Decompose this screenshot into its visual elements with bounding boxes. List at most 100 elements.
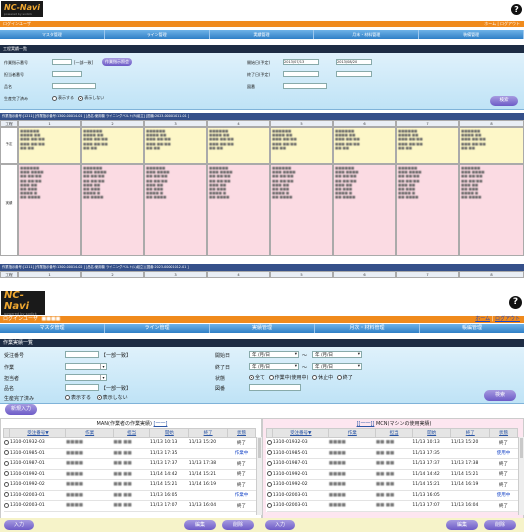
table-row[interactable]: 1310-01992-02 ■■■■ ■■ ■■ 11/14 15:21 11/…	[266, 479, 518, 491]
order-input[interactable]	[65, 351, 99, 358]
done-radios[interactable]: 表示する 表示しない	[65, 394, 128, 401]
grid-plan-cell[interactable]: ■■■■■■ ■■■■ ■■ ■■■ ■■/■■ ■■■ ■■/■■ ■■ ■■	[81, 127, 144, 164]
mcn-delete-button[interactable]: 削除	[484, 520, 516, 530]
end-date-from[interactable]: 年 /月/日 ▾	[249, 363, 299, 370]
radio-all[interactable]	[249, 375, 254, 380]
table-row[interactable]: 1310-01985-01 ■■■■ ■■ ■■ 11/13 17:35 使用中	[266, 448, 518, 459]
column-header[interactable]: 担当	[112, 428, 151, 438]
table-row[interactable]: 1310-02003-01 ■■■■ ■■ ■■ 11/13 16:05 作業中	[3, 490, 256, 501]
grid-plan-cell[interactable]: ■■■■■■ ■■■■ ■■ ■■■ ■■/■■ ■■■ ■■/■■ ■■ ■■	[207, 127, 270, 164]
tab-equipment[interactable]: 装備管理	[419, 30, 524, 39]
table-row[interactable]: 1310-01932-03 ■■■■ ■■ ■■ 11/13 10:13 11/…	[266, 437, 518, 449]
column-header[interactable]: 状態	[489, 428, 518, 438]
tab-results[interactable]: 実績管理	[210, 324, 315, 333]
help-icon[interactable]: ?	[509, 296, 522, 309]
man-input-button[interactable]: 入力	[4, 520, 34, 530]
end-date-from[interactable]	[283, 71, 319, 77]
end-date-to[interactable]: 年 /月/日 ▾	[312, 363, 362, 370]
start-date-from[interactable]: 年 /月/日 ▾	[249, 351, 299, 358]
person-input[interactable]	[52, 71, 82, 77]
grid-actual-cell[interactable]: ■■■■■■ ■■■ ■■■■ ■■ ■■/■■ ■■ ■■/■■ ■■■ ■■ ■■ ■…	[396, 164, 459, 256]
work-select[interactable]: ▾	[65, 363, 107, 370]
product-input[interactable]	[65, 384, 99, 391]
man-edit-button[interactable]: 編集	[184, 520, 216, 530]
column-header[interactable]: 受注番号▼	[272, 428, 330, 438]
drawing-input[interactable]	[249, 384, 301, 391]
grid-actual-cell[interactable]: ■■■■■■ ■■■ ■■■■ ■■ ■■/■■ ■■ ■■/■■ ■■■ ■■ ■■ ■…	[333, 164, 396, 256]
radio-hide[interactable]	[96, 395, 102, 400]
grid-actual-cell[interactable]: ■■■■■■ ■■■ ■■■■ ■■ ■■/■■ ■■ ■■/■■ ■■■ ■■ ■■ ■…	[459, 164, 524, 256]
column-header[interactable]: 開始	[149, 428, 190, 438]
grid-plan-cell[interactable]: ■■■■■■ ■■■■ ■■ ■■■ ■■/■■ ■■■ ■■/■■ ■■ ■■	[396, 127, 459, 164]
order-input[interactable]	[52, 59, 72, 65]
column-header[interactable]: 状態	[226, 428, 257, 438]
product-input[interactable]	[52, 83, 96, 89]
logout-link[interactable]: ログアウト	[500, 21, 520, 26]
new-entry-button[interactable]: 新規入力	[5, 404, 37, 415]
column-header[interactable]: 終了	[188, 428, 228, 438]
radio-working[interactable]	[268, 375, 274, 380]
table-row[interactable]: 1310-01992-01 ■■■■ ■■ ■■ 11/14 14:42 11/…	[3, 469, 256, 480]
tab-line[interactable]: ライン管理	[105, 30, 210, 39]
radio-paused[interactable]	[312, 375, 318, 380]
column-header[interactable]: 作業	[65, 428, 114, 438]
tab-results[interactable]: 実績管理	[210, 30, 315, 39]
grid-plan-cell[interactable]: ■■■■■■ ■■■■ ■■ ■■■ ■■/■■ ■■■ ■■/■■ ■■ ■■	[333, 127, 396, 164]
person-select[interactable]: ▾	[65, 374, 107, 381]
end-date-to[interactable]	[336, 71, 372, 77]
start-cell: 11/14 15:21	[149, 479, 189, 491]
status-radios[interactable]: 全て 作業中(使用中) 休止中 終了	[249, 374, 353, 381]
table-row[interactable]: 1310-02003-01 ■■■■ ■■ ■■ 11/13 16:05 使用中	[266, 490, 518, 501]
mcn-input-button[interactable]: 入力	[265, 520, 295, 530]
scrollbar[interactable]	[518, 437, 524, 515]
column-header[interactable]: 作業	[328, 428, 377, 438]
home-link[interactable]: ホーム	[484, 21, 496, 26]
table-row[interactable]: 1310-01932-03 ■■■■ ■■ ■■ 11/13 10:13 11/…	[3, 437, 256, 449]
radio-finished[interactable]	[336, 375, 342, 380]
partial-match-note: 【一部一致】	[101, 353, 132, 359]
grid-actual-cell[interactable]: ■■■■■■ ■■■ ■■■■ ■■ ■■/■■ ■■ ■■/■■ ■■■ ■■ ■■ ■…	[144, 164, 207, 256]
done-radios[interactable]: 表示する 表示しない	[52, 95, 104, 101]
table-row[interactable]: 1310-01992-01 ■■■■ ■■ ■■ 11/14 14:42 11/…	[266, 469, 518, 480]
search-button[interactable]: 検索	[490, 96, 518, 106]
start-date-from[interactable]: 2013/07/13	[283, 59, 319, 65]
start-date-to[interactable]: 2013/08/20	[336, 59, 372, 65]
man-panel-link[interactable]: [一一]	[154, 421, 168, 427]
grid-plan-cell[interactable]: ■■■■■■ ■■■■ ■■ ■■■ ■■/■■ ■■■ ■■/■■ ■■ ■■	[144, 127, 207, 164]
table-row[interactable]: 1310-02003-01 ■■■■ ■■ ■■ 11/13 17:07 11/…	[266, 500, 518, 512]
table-row[interactable]: 1310-01987-01 ■■■■ ■■ ■■ 11/13 17:37 11/…	[266, 458, 518, 470]
grid-plan-cell[interactable]: ■■■■■■ ■■■■ ■■ ■■■ ■■/■■ ■■■ ■■/■■ ■■ ■■	[18, 127, 81, 164]
man-delete-button[interactable]: 削除	[222, 520, 254, 530]
drawing-input[interactable]	[283, 83, 327, 89]
mcn-panel-link[interactable]: [[一一]]	[357, 421, 375, 427]
tab-monthly[interactable]: 月次・材料管理	[315, 324, 420, 333]
tab-master[interactable]: マスタ管理	[0, 30, 105, 39]
order-lookup-button[interactable]: 作業指示照会	[102, 58, 132, 66]
start-date-to[interactable]: 年 /月/日 ▾	[312, 351, 362, 358]
table-row[interactable]: 1310-01987-01 ■■■■ ■■ ■■ 11/13 17:37 11/…	[3, 458, 256, 470]
table-row[interactable]: 1310-01985-01 ■■■■ ■■ ■■ 11/13 17:35 作業中	[3, 448, 256, 459]
tab-master[interactable]: マスタ管理	[0, 324, 105, 333]
tab-monthly[interactable]: 月末・材料管理	[314, 30, 420, 39]
grid-plan-cell[interactable]: ■■■■■■ ■■■■ ■■ ■■■ ■■/■■ ■■■ ■■/■■ ■■ ■■	[459, 127, 524, 164]
tab-reports[interactable]: 帳編管理	[420, 324, 524, 333]
grid-plan-cell[interactable]: ■■■■■■ ■■■■ ■■ ■■■ ■■/■■ ■■■ ■■/■■ ■■ ■■	[270, 127, 333, 164]
tab-line[interactable]: ライン管理	[105, 324, 210, 333]
table-row[interactable]: 1310-01992-02 ■■■■ ■■ ■■ 11/14 15:21 11/…	[3, 479, 256, 491]
grid-actual-cell[interactable]: ■■■■■■ ■■■ ■■■■ ■■ ■■/■■ ■■ ■■/■■ ■■■ ■■ ■■ ■…	[207, 164, 270, 256]
logout-link[interactable]: ログアウト	[495, 316, 520, 322]
column-header[interactable]: 終了	[450, 428, 491, 438]
grid-actual-cell[interactable]: ■■■■■■ ■■■ ■■■■ ■■ ■■/■■ ■■ ■■/■■ ■■■ ■■ ■■ ■…	[18, 164, 81, 256]
mcn-edit-button[interactable]: 編集	[446, 520, 478, 530]
home-link[interactable]: ホーム	[475, 316, 490, 322]
column-header[interactable]: 担当	[375, 428, 413, 438]
column-header[interactable]: 開始	[411, 428, 452, 438]
search-button[interactable]: 検索	[484, 390, 516, 401]
work-cell: ■■■■	[65, 500, 114, 512]
radio-show[interactable]	[65, 395, 70, 400]
grid-actual-cell[interactable]: ■■■■■■ ■■■ ■■■■ ■■ ■■/■■ ■■ ■■/■■ ■■■ ■■ ■■ ■…	[270, 164, 333, 256]
grid-actual-cell[interactable]: ■■■■■■ ■■■ ■■■■ ■■ ■■/■■ ■■ ■■/■■ ■■■ ■■ ■■ ■…	[81, 164, 144, 256]
help-icon[interactable]: ?	[511, 4, 522, 15]
table-row[interactable]: 1310-02003-01 ■■■■ ■■ ■■ 11/13 17:07 11/…	[3, 500, 256, 512]
column-header[interactable]: 受注番号▼	[9, 428, 67, 438]
